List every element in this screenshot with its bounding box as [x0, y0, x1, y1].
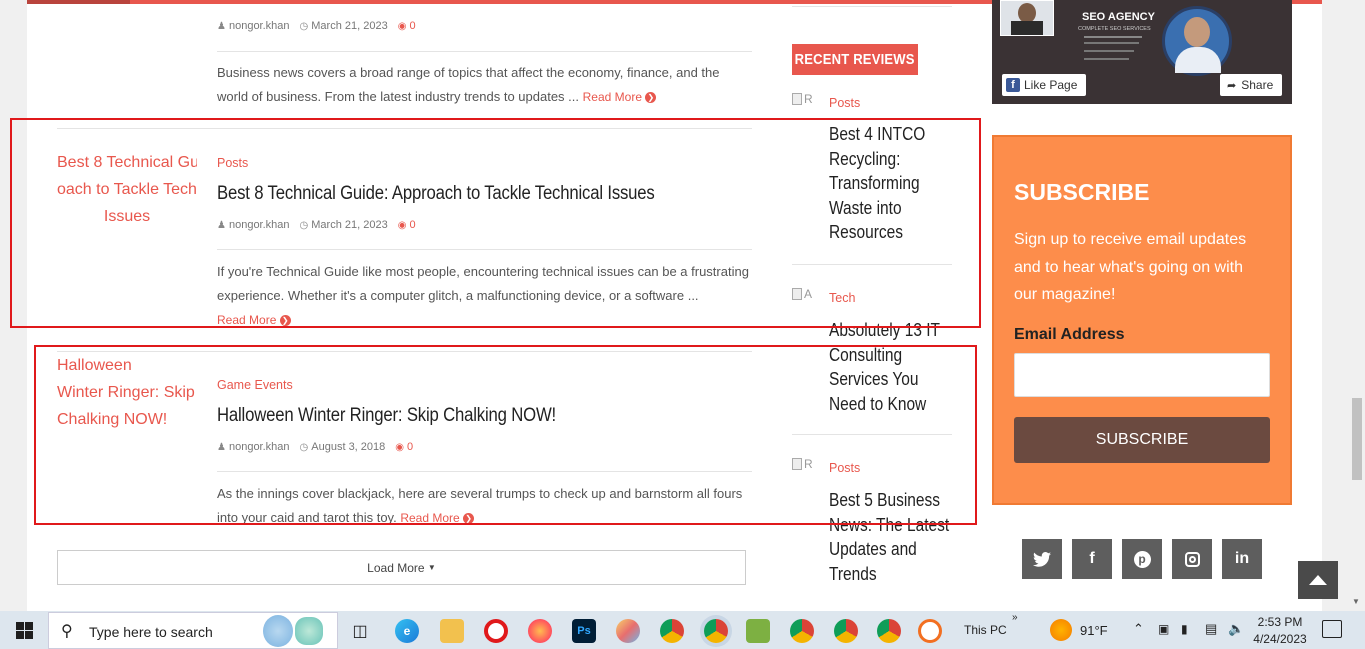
- chrome-profile-icon[interactable]: [790, 619, 814, 643]
- divider: [217, 51, 752, 52]
- search-highlight-image: [295, 617, 323, 645]
- review-category[interactable]: Posts: [829, 96, 860, 110]
- chrome-icon[interactable]: [704, 619, 728, 643]
- instagram-icon[interactable]: [1172, 539, 1212, 579]
- battery-icon[interactable]: ▮: [1181, 622, 1188, 636]
- chevron-up-icon[interactable]: ⌃: [1133, 621, 1144, 637]
- twitter-icon[interactable]: [1022, 539, 1062, 579]
- post-excerpt: Business news covers a broad range of to…: [217, 61, 752, 109]
- opera-icon[interactable]: [484, 619, 508, 643]
- taskbar-search-box[interactable]: ⚲ Type here to search: [48, 612, 338, 649]
- back-to-top-button[interactable]: [1298, 561, 1338, 599]
- edge-icon[interactable]: e: [395, 619, 419, 643]
- task-view-icon[interactable]: ◫: [348, 619, 372, 643]
- chrome-profile-icon[interactable]: [834, 619, 858, 643]
- subscribe-button-label: SUBSCRIBE: [1095, 431, 1189, 448]
- share-icon: ➦: [1227, 79, 1237, 92]
- this-pc-toolbar[interactable]: This PC: [964, 623, 1007, 637]
- chrome-icon[interactable]: [660, 619, 684, 643]
- annotation-box: [34, 345, 977, 525]
- scrollbar-track[interactable]: [1349, 0, 1365, 611]
- spreadsheet-app-icon[interactable]: [746, 619, 770, 643]
- file-explorer-icon[interactable]: [440, 619, 464, 643]
- paint-icon[interactable]: [616, 619, 640, 643]
- photoshop-icon[interactable]: Ps: [572, 619, 596, 643]
- like-page-button[interactable]: f Like Page: [1002, 74, 1086, 96]
- profile-photo: [1162, 6, 1232, 76]
- windows-start-icon[interactable]: [16, 622, 33, 639]
- clock-date: 4/24/2023: [1253, 632, 1307, 646]
- agency-title: SEO AGENCY: [1082, 11, 1155, 23]
- subscribe-text: Sign up to receive email updates and to …: [1014, 231, 1247, 303]
- heading-label: RECENT REVIEWS: [795, 51, 916, 68]
- chevron-double-right-icon[interactable]: »: [1012, 612, 1018, 623]
- subscribe-heading: SUBSCRIBE: [1014, 179, 1150, 205]
- network-icon[interactable]: ▤: [1205, 621, 1217, 637]
- load-more-label: Load More: [367, 560, 425, 575]
- search-icon: ⚲: [61, 623, 73, 640]
- post-meta: ♟ nongor.khan ◷ March 21, 2023 ◉ 0: [217, 20, 426, 32]
- weather-icon[interactable]: [1050, 619, 1072, 641]
- linkedin-icon[interactable]: in: [1222, 539, 1262, 579]
- agency-subtitle: COMPLETE SEO SERVICES: [1078, 26, 1151, 32]
- search-placeholder: Type here to search: [89, 624, 213, 640]
- subscribe-widget: SUBSCRIBE Sign up to receive email updat…: [992, 135, 1292, 505]
- subscribe-button[interactable]: SUBSCRIBE: [1014, 417, 1270, 463]
- email-label: Email Address: [1014, 326, 1125, 343]
- search-highlight-image: [263, 615, 293, 647]
- clock-time: 2:53 PM: [1257, 615, 1303, 629]
- notification-center-icon[interactable]: [1322, 620, 1342, 638]
- app-icon[interactable]: [918, 619, 942, 643]
- chevron-up-icon: [1309, 575, 1327, 585]
- recent-reviews-heading: RECENT REVIEWS: [792, 44, 918, 75]
- caret-down-icon: ▼: [427, 563, 436, 572]
- facebook-icon[interactable]: f: [1072, 539, 1112, 579]
- share-label: Share: [1241, 78, 1274, 92]
- user-icon: ♟: [217, 20, 226, 32]
- scroll-down-arrow[interactable]: ▼: [1352, 597, 1360, 606]
- clock[interactable]: 2:53 PM 4/24/2023: [1250, 614, 1310, 648]
- load-more-button[interactable]: Load More ▼: [57, 550, 746, 585]
- page-avatar: [1000, 0, 1054, 36]
- comment-count[interactable]: 0: [409, 20, 415, 32]
- annotation-box: [10, 118, 981, 328]
- pinterest-icon[interactable]: p: [1122, 539, 1162, 579]
- like-page-label: Like Page: [1024, 78, 1078, 92]
- author-link[interactable]: nongor.khan: [229, 20, 290, 32]
- clock-icon: ◷: [299, 20, 309, 32]
- email-field[interactable]: [1014, 353, 1270, 397]
- review-thumbnail[interactable]: R: [792, 92, 813, 106]
- sidebar-divider: [792, 6, 952, 7]
- chrome-profile-icon[interactable]: [877, 619, 901, 643]
- read-more-label: Read More: [582, 90, 643, 104]
- volume-icon[interactable]: 🔈: [1228, 621, 1244, 637]
- image-alt-text: R: [804, 92, 813, 106]
- firefox-icon[interactable]: [528, 619, 552, 643]
- share-button[interactable]: ➦ Share: [1220, 74, 1282, 96]
- scrollbar-thumb[interactable]: [1352, 398, 1362, 480]
- comment-icon: ◉: [397, 20, 407, 32]
- post-date: March 21, 2023: [311, 20, 388, 32]
- facebook-page-widget[interactable]: SEO AGENCY COMPLETE SEO SERVICES f Like …: [992, 0, 1292, 104]
- weather-temperature[interactable]: 91°F: [1080, 623, 1108, 638]
- meet-now-icon[interactable]: ▣: [1158, 622, 1169, 636]
- read-more-link[interactable]: Read More ❯: [583, 90, 657, 104]
- chevron-right-icon: ❯: [645, 92, 657, 104]
- facebook-icon: f: [1006, 78, 1020, 92]
